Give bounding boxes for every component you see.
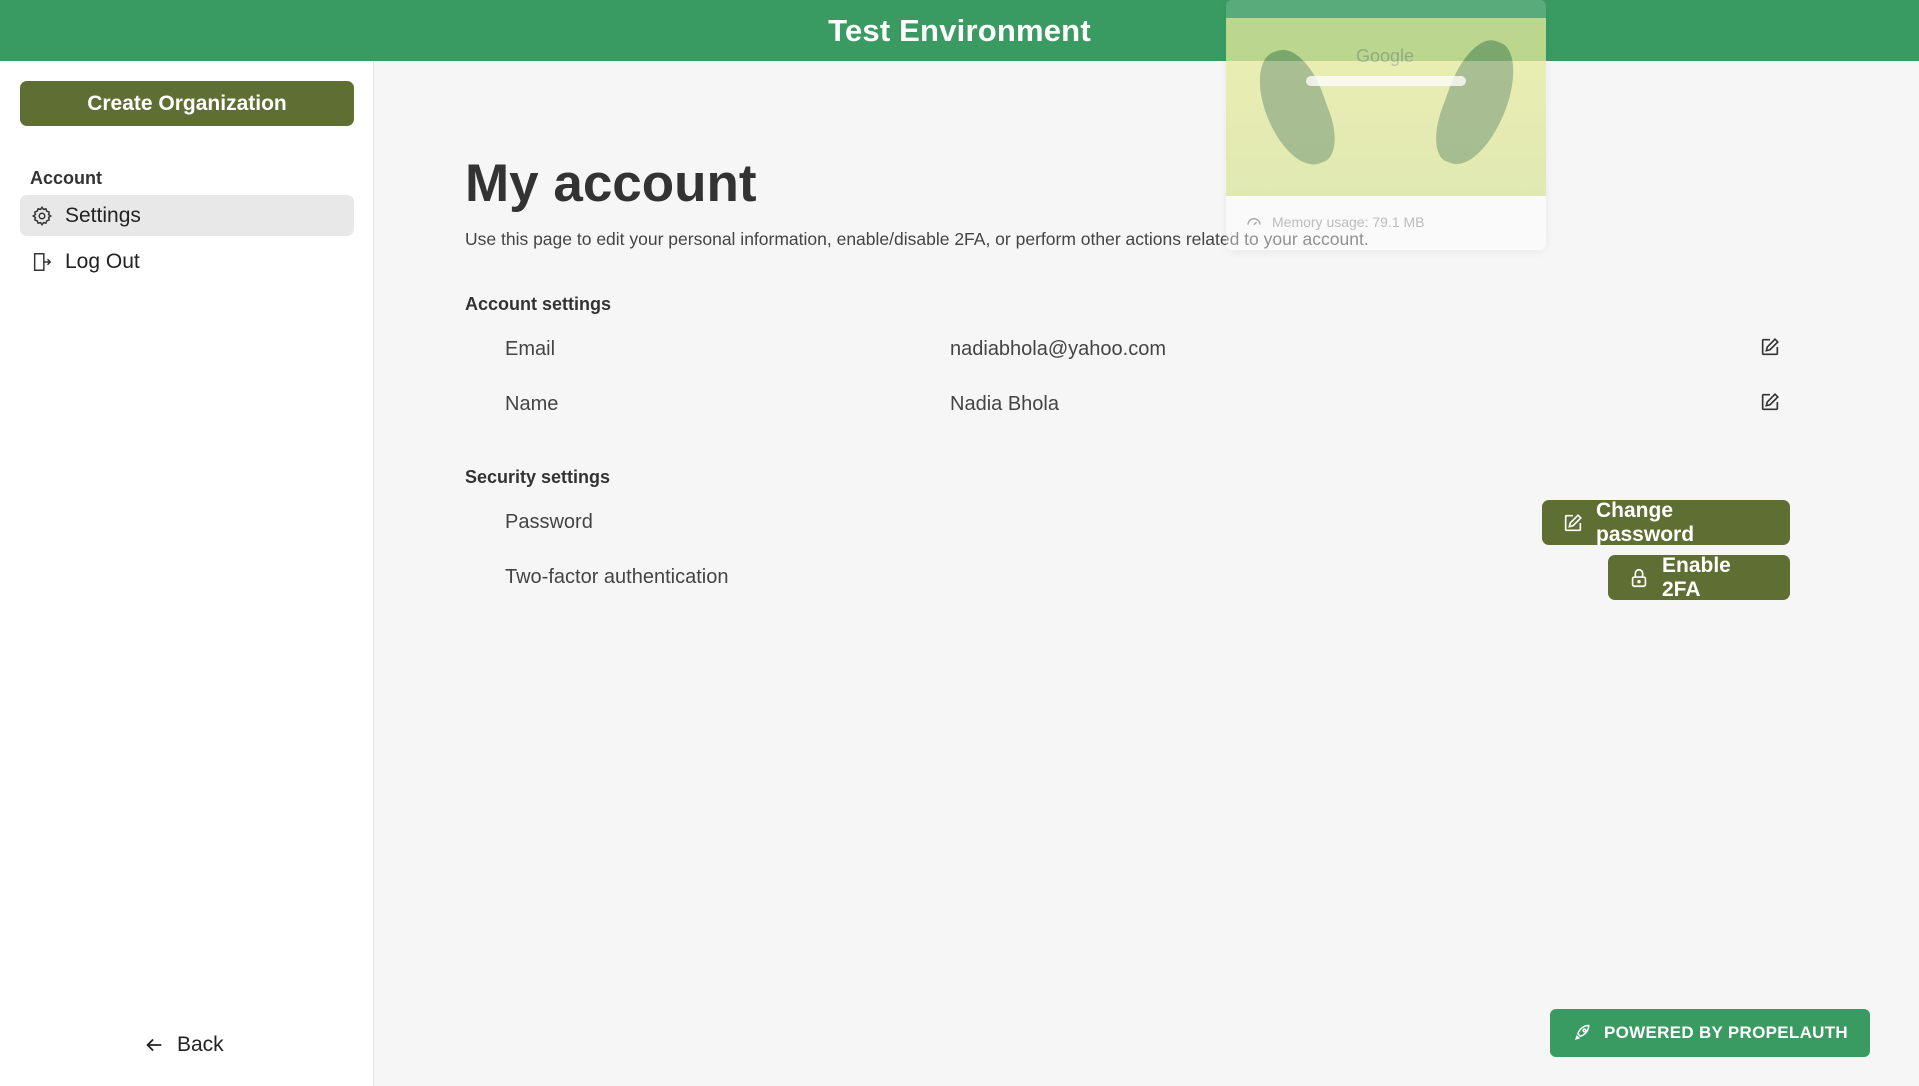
thumbnail-search-bar — [1306, 76, 1466, 86]
logout-icon — [31, 251, 53, 273]
sidebar-item-logout[interactable]: Log Out — [20, 241, 354, 282]
page-title: My account — [465, 154, 757, 213]
arrow-left-icon — [143, 1034, 165, 1056]
main-content: My account Use this page to edit your pe… — [375, 61, 1919, 1086]
email-value: nadiabhola@yahoo.com — [950, 338, 1167, 360]
change-password-button[interactable]: Change password — [1542, 498, 1790, 546]
sidebar-item-settings[interactable]: Settings — [20, 195, 354, 236]
back-label: Back — [177, 1033, 224, 1056]
powered-by-label: POWERED BY PROPELAUTH — [1603, 1023, 1848, 1042]
back-link[interactable]: Back — [143, 1033, 224, 1057]
gauge-icon — [1246, 214, 1262, 230]
edit-icon — [1759, 391, 1781, 418]
account-settings-title: Account settings — [465, 294, 612, 314]
email-label: Email — [505, 338, 556, 360]
name-label: Name — [505, 393, 559, 415]
sidebar-item-label: Log Out — [65, 249, 140, 273]
enable-2fa-label: Enable 2FA — [1662, 553, 1731, 601]
lock-icon — [1628, 567, 1650, 589]
change-password-label: Change password — [1596, 498, 1695, 546]
edit-email-button[interactable] — [1755, 334, 1785, 364]
gear-icon — [31, 205, 53, 227]
security-settings-title: Security settings — [465, 467, 611, 487]
rocket-icon — [1572, 1023, 1592, 1043]
memory-usage-text: Memory usage: 79.1 MB — [1272, 214, 1425, 230]
environment-title: Test Environment — [828, 12, 1091, 48]
create-organization-button[interactable]: Create Organization — [20, 81, 354, 126]
leaf-decoration — [1247, 41, 1345, 175]
name-value: Nadia Bhola — [950, 393, 1059, 415]
edit-icon — [1562, 512, 1584, 534]
edit-name-button[interactable] — [1755, 389, 1785, 419]
tab-preview-header — [1226, 0, 1546, 18]
two-factor-label: Two-factor authentication — [505, 566, 729, 588]
tab-preview-overlay: Google Memory usage: 79.1 MB — [1226, 0, 1546, 250]
memory-usage: Memory usage: 79.1 MB — [1246, 214, 1425, 230]
tab-preview-thumbnail: Google — [1226, 18, 1546, 196]
powered-by-propelauth-badge[interactable]: POWERED BY PROPELAUTH — [1550, 1009, 1870, 1057]
leaf-decoration — [1425, 31, 1527, 175]
top-banner: Test Environment — [0, 0, 1919, 61]
sidebar-item-label: Settings — [65, 203, 141, 227]
thumbnail-logo-text: Google — [1356, 46, 1415, 66]
edit-icon — [1759, 336, 1781, 363]
enable-2fa-button[interactable]: Enable 2FA — [1608, 553, 1790, 601]
sidebar-section-account: Account — [30, 168, 102, 188]
sidebar: Create Organization Account Settings Log… — [0, 61, 374, 1086]
password-label: Password — [505, 511, 593, 533]
